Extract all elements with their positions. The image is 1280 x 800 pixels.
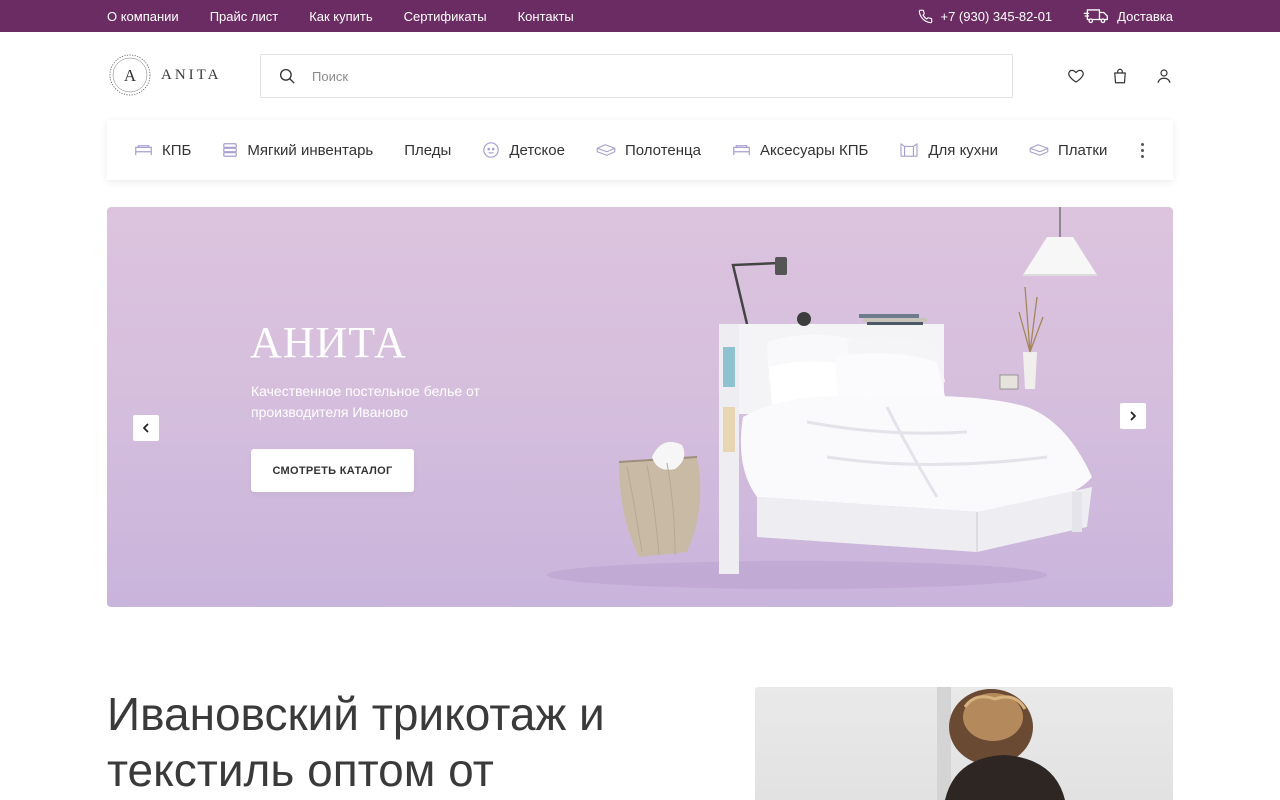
towel-icon [596, 144, 616, 156]
chevron-right-icon [1130, 411, 1136, 421]
bag-icon[interactable] [1110, 66, 1130, 86]
stack-icon [223, 143, 238, 157]
category-kids[interactable]: Детское [482, 141, 565, 159]
category-soft-inventory[interactable]: Мягкий инвентарь [222, 142, 373, 159]
model-photo [755, 687, 1173, 800]
phone-link[interactable]: +7 (930) 345-82-01 [918, 8, 1053, 24]
apron-icon [900, 143, 918, 157]
category-kitchen[interactable]: Для кухни [899, 142, 998, 159]
category-label: Детское [509, 141, 565, 159]
category-label: Аксесуары КПБ [759, 141, 869, 159]
slider-prev-button[interactable] [133, 415, 159, 441]
delivery-label: Доставка [1117, 8, 1173, 24]
search-input[interactable] [312, 68, 1012, 84]
category-plaids[interactable]: Пледы [404, 142, 451, 159]
top-link-price-list[interactable]: Прайс лист [210, 9, 278, 24]
search-bar [260, 54, 1013, 98]
phone-icon [918, 9, 932, 23]
search-icon[interactable] [278, 67, 296, 85]
top-link-about[interactable]: О компании [107, 9, 179, 24]
hero-banner: АНИТА Качественное постельное белье от п… [107, 207, 1173, 607]
logo-emblem-icon: A [109, 54, 151, 96]
category-label: КПБ [162, 141, 192, 159]
view-catalog-button[interactable]: СМОТРЕТЬ КАТАЛОГ [251, 449, 414, 492]
bed-icon [733, 145, 750, 156]
top-link-how-to-buy[interactable]: Как купить [309, 9, 372, 24]
more-categories-icon[interactable] [1137, 140, 1147, 160]
header-actions [1042, 66, 1174, 86]
category-label: Полотенца [624, 141, 701, 159]
category-kpb-accessories[interactable]: Аксесуары КПБ [732, 142, 868, 159]
category-towels[interactable]: Полотенца [596, 142, 701, 159]
category-label: Пледы [404, 141, 452, 159]
phone-number: +7 (930) 345-82-01 [940, 8, 1053, 24]
category-nav: КПБ Мягкий инвентарь Пледы Детское Полот… [107, 120, 1173, 180]
section-headline: Ивановский трикотаж и текстиль оптом от [107, 688, 605, 796]
category-label: Для кухни [928, 141, 998, 159]
delivery-link[interactable]: Доставка [1083, 8, 1173, 24]
svg-text:A: A [124, 66, 137, 85]
hero-subtitle: Качественное постельное белье от произво… [251, 383, 480, 420]
top-link-contacts[interactable]: Контакты [518, 9, 574, 24]
towel-icon [1029, 144, 1049, 156]
slider-next-button[interactable] [1120, 403, 1146, 429]
truck-icon [1084, 9, 1109, 24]
logo-text: ANITA [161, 66, 222, 83]
category-label: Мягкий инвентарь [247, 141, 374, 159]
category-label: Платки [1057, 141, 1108, 159]
hero-title: АНИТА [250, 318, 407, 367]
chevron-left-icon [143, 423, 149, 433]
model-photo-image [937, 687, 1065, 800]
user-icon[interactable] [1154, 66, 1174, 86]
top-contacts: +7 (930) 345-82-01 Доставка [887, 0, 1173, 32]
bed-icon [135, 145, 152, 156]
top-bar: О компании Прайс лист Как купить Сертифи… [0, 0, 1280, 32]
bedroom-illustration [547, 207, 1097, 589]
heart-icon[interactable] [1066, 66, 1086, 86]
category-scarves[interactable]: Платки [1029, 142, 1107, 159]
category-kpb[interactable]: КПБ [134, 142, 191, 159]
top-link-certificates[interactable]: Сертификаты [404, 9, 487, 24]
site-logo[interactable]: A ANITA [107, 52, 221, 98]
top-links: О компании Прайс лист Как купить Сертифи… [107, 0, 605, 32]
baby-icon [483, 142, 500, 158]
